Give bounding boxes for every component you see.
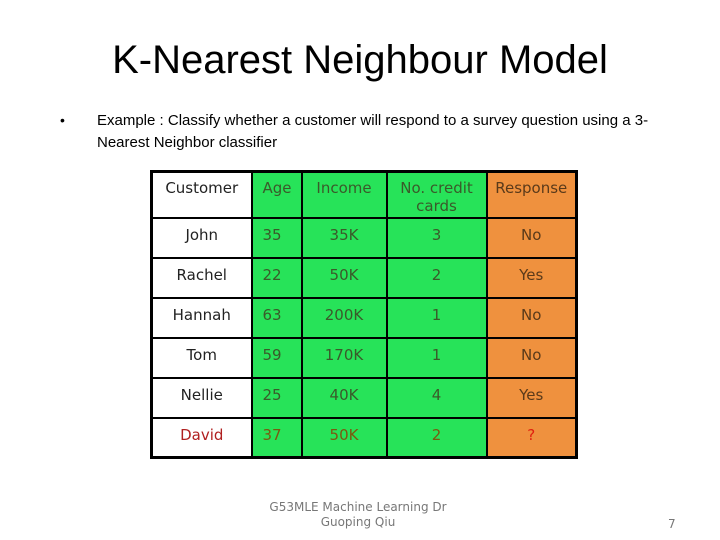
page-number: 7 [668,517,676,531]
header-customer: Customer [150,170,253,219]
cell-customer: Nellie [150,376,253,419]
footer-line-1: G53MLE Machine Learning Dr [269,500,447,514]
table-row: Tom 59 170K 1 No [150,336,578,379]
slide-footer: G53MLE Machine Learning Dr Guoping Qiu [258,500,458,530]
cell-age: 25 [250,376,303,419]
table-row: Hannah 63 200K 1 No [150,296,578,339]
cell-response: ? [485,416,578,459]
cell-cards: 4 [385,376,488,419]
footer-line-2: Guoping Qiu [320,515,396,529]
cell-income: 50K [300,256,388,299]
cell-cards: 2 [385,256,488,299]
cell-age: 63 [250,296,303,339]
cell-cards: 3 [385,216,488,259]
cell-income: 35K [300,216,388,259]
table-row: Nellie 25 40K 4 Yes [150,376,578,419]
cell-income: 40K [300,376,388,419]
header-response: Response [485,170,578,219]
cell-income: 170K [300,336,388,379]
cell-cards: 1 [385,296,488,339]
cell-response: Yes [485,256,578,299]
cell-response: No [485,296,578,339]
cell-age: 22 [250,256,303,299]
cell-customer: Rachel [150,256,253,299]
table-row: Rachel 22 50K 2 Yes [150,256,578,299]
customer-table: Customer Age Income No. credit cards Res… [150,170,578,459]
slide-title: K-Nearest Neighbour Model [112,38,608,82]
cell-cards: 2 [385,416,488,459]
bullet-icon: • [60,112,65,128]
query-row: David 37 50K 2 ? [150,416,578,459]
cell-response: Yes [485,376,578,419]
cell-response: No [485,216,578,259]
cell-customer: David [150,416,253,459]
cell-customer: Hannah [150,296,253,339]
bullet-text: Example : Classify whether a customer wi… [97,112,649,151]
header-income: Income [300,170,388,219]
table-row: John 35 35K 3 No [150,216,578,259]
cell-age: 35 [250,216,303,259]
cell-response: No [485,336,578,379]
cell-customer: Tom [150,336,253,379]
cell-cards: 1 [385,336,488,379]
cell-income: 200K [300,296,388,339]
header-credit-cards: No. credit cards [385,170,488,219]
cell-age: 59 [250,336,303,379]
header-age: Age [250,170,303,219]
cell-customer: John [150,216,253,259]
table-header-row: Customer Age Income No. credit cards Res… [150,170,578,219]
cell-age: 37 [250,416,303,459]
cell-income: 50K [300,416,388,459]
